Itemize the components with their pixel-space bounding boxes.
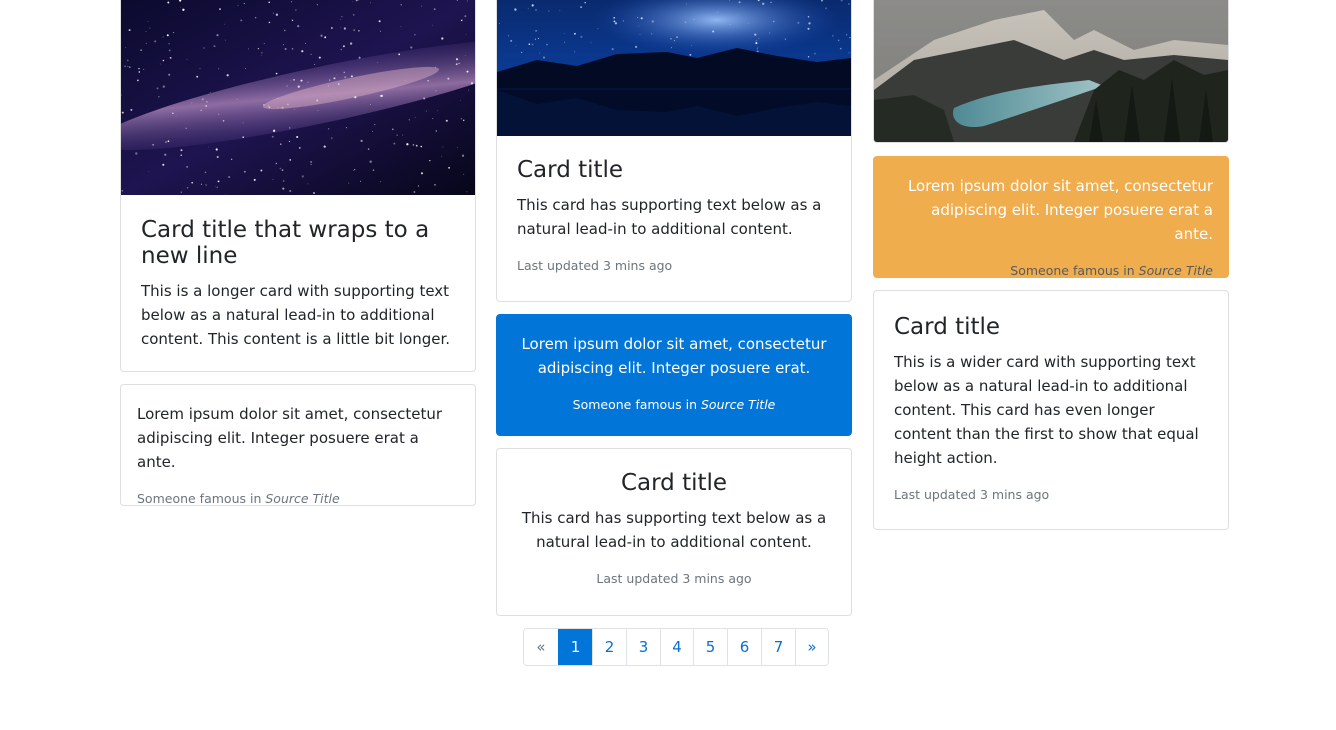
citation-author: Someone famous in [1010, 263, 1135, 278]
quote-citation: Someone famous in Source Title [890, 262, 1213, 278]
warning-quote-card: Lorem ipsum dolor sit amet, consectetur … [873, 156, 1229, 278]
last-updated-text: Last updated 3 mins ago [596, 571, 752, 586]
card-text: This card has supporting text below as a… [521, 509, 827, 551]
pagination-page-3[interactable]: 3 [626, 629, 660, 665]
pagination: « 1 2 3 4 5 6 7 » [523, 628, 829, 666]
starry-mountain-lake-image [497, 0, 851, 136]
image-card [873, 0, 1229, 143]
pagination-page-4[interactable]: 4 [660, 629, 693, 665]
citation-source: Source Title [265, 491, 340, 506]
centered-card: Card title This card has supporting text… [496, 448, 852, 616]
image-card: Card title This card has supporting text… [496, 0, 852, 302]
pagination-previous[interactable]: « [524, 629, 558, 665]
citation-author: Someone famous in [572, 397, 698, 412]
last-updated-text: Last updated 3 mins ago [894, 487, 1050, 502]
citation-source: Source Title [701, 397, 776, 412]
last-updated-text: Last updated 3 mins ago [517, 258, 673, 273]
wide-card: Card title This is a wider card with sup… [873, 290, 1229, 530]
pagination-page-6[interactable]: 6 [727, 629, 761, 665]
quote-citation: Someone famous in Source Title [137, 490, 457, 506]
pagination-page-2[interactable]: 2 [592, 629, 626, 665]
card-text: This is a wider card with supporting tex… [894, 353, 1199, 467]
primary-quote-card: Lorem ipsum dolor sit amet, consectetur … [496, 314, 852, 436]
pagination-page-5[interactable]: 5 [693, 629, 727, 665]
quote-text: Lorem ipsum dolor sit amet, consectetur … [907, 177, 1213, 243]
pagination-page-7[interactable]: 7 [761, 629, 795, 665]
image-card: Card title that wraps to a new line This… [120, 0, 476, 372]
quote-card: Lorem ipsum dolor sit amet, consectetur … [120, 384, 476, 506]
citation-source: Source Title [1138, 263, 1213, 278]
quote-text: Lorem ipsum dolor sit amet, consectetur … [521, 335, 827, 377]
card-title: Card title that wraps to a new line [141, 217, 430, 269]
pagination-page-1[interactable]: 1 [558, 629, 592, 665]
card-text: This is a longer card with supporting te… [141, 282, 451, 348]
quote-text: Lorem ipsum dolor sit amet, consectetur … [137, 405, 443, 471]
card-text: This card has supporting text below as a… [517, 196, 822, 238]
milky-way-image [121, 0, 475, 195]
card-title: Card title [620, 470, 728, 496]
pagination-next[interactable]: » [795, 629, 828, 665]
mountain-lake-image [874, 0, 1228, 142]
card-title: Card title [894, 314, 1001, 340]
card-title: Card title [517, 157, 624, 183]
quote-citation: Someone famous in Source Title [513, 396, 835, 414]
citation-author: Someone famous in [137, 491, 262, 506]
